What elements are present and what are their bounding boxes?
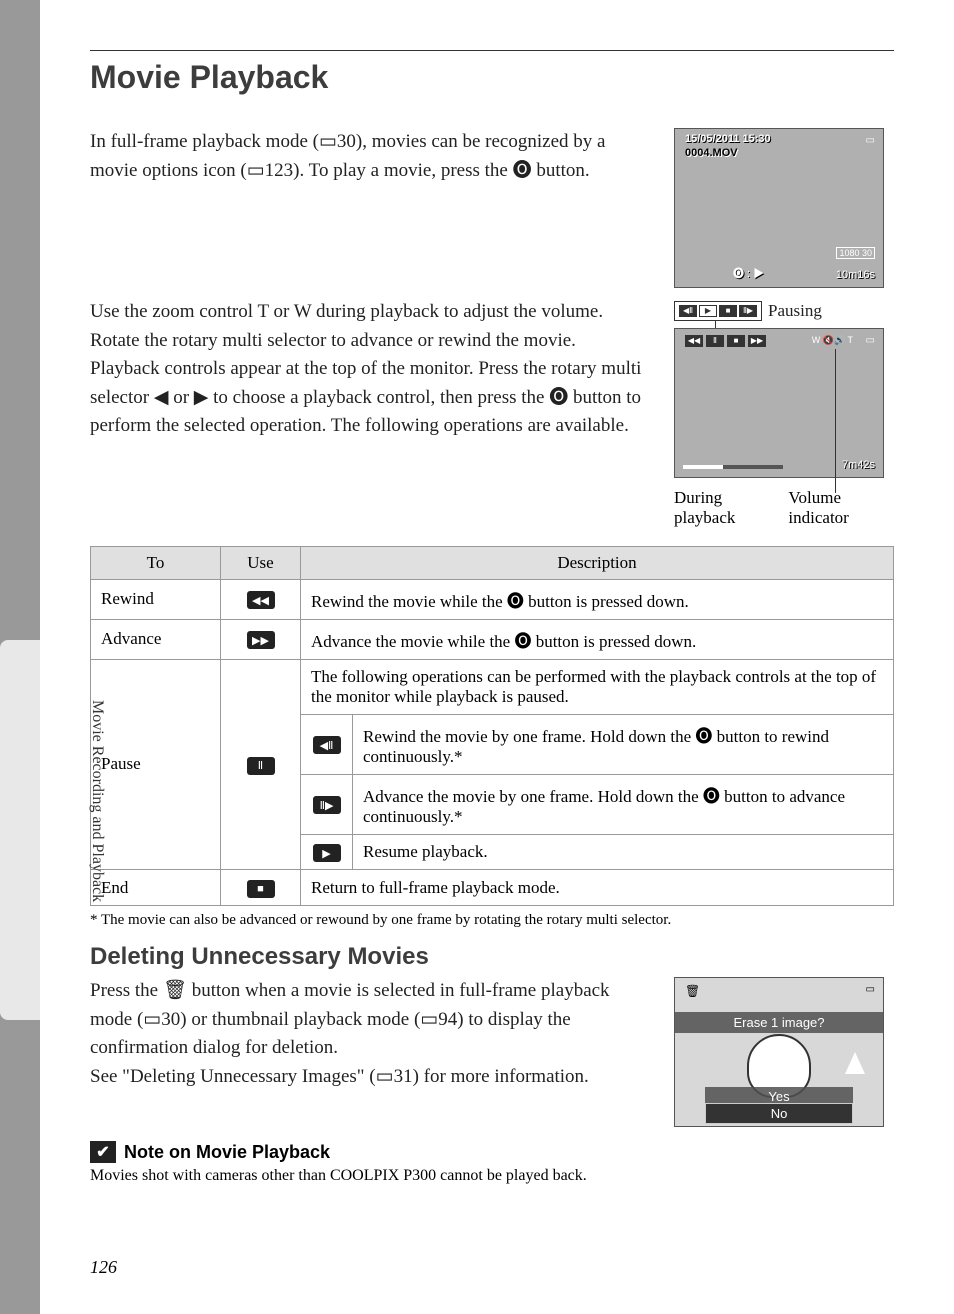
- screen-datetime: 15/05/2011 15:30: [685, 133, 771, 145]
- row-pause-label: Pause: [91, 659, 221, 870]
- frame-back-cell: ◀Ⅱ: [301, 714, 353, 774]
- delete-paragraph-1: Press the 🗑 button when a movie is selec…: [90, 977, 656, 1063]
- row-end-desc: Return to full-frame playback mode.: [301, 870, 894, 906]
- volume-paragraph: Use the zoom control T or W during playb…: [90, 298, 656, 327]
- advance-icon: ▶▶: [748, 335, 766, 347]
- row-rewind-icon: ◀◀: [221, 579, 301, 619]
- table-footnote: * The movie can also be advanced or rewo…: [90, 912, 894, 929]
- frame-back-desc: Rewind the movie by one frame. Hold down…: [353, 714, 894, 774]
- deleting-heading: Deleting Unnecessary Movies: [90, 943, 894, 971]
- advance-icon: ▶▶: [247, 631, 275, 649]
- col-description: Description: [301, 546, 894, 579]
- trash-icon: 🗑: [685, 984, 700, 998]
- play-icon: ▶: [313, 844, 341, 862]
- row-advance-label: Advance: [91, 619, 221, 659]
- battery-icon: ▭: [866, 335, 875, 346]
- quality-badge: 1080 30: [836, 247, 875, 259]
- resume-desc: Resume playback.: [353, 834, 894, 870]
- rewind-icon: ◀◀: [685, 335, 703, 347]
- note-text: Movies shot with cameras other than COOL…: [90, 1167, 894, 1185]
- resume-cell: ▶: [301, 834, 353, 870]
- elapsed-time: 7m42s: [842, 459, 875, 471]
- pause-icon: Ⅱ: [247, 757, 275, 775]
- row-end-icon: ■: [221, 870, 301, 906]
- volume-leader-line: [835, 349, 836, 493]
- frame-fwd-desc: Advance the movie by one frame. Hold dow…: [353, 774, 894, 834]
- frame-back-icon: ◀Ⅱ: [313, 736, 341, 754]
- frame-fwd-cell: Ⅱ▶: [301, 774, 353, 834]
- volume-indicator-label: Volume indicator: [788, 488, 894, 528]
- side-tab: [0, 640, 40, 1020]
- sailboat-illustration: [845, 1052, 865, 1074]
- volume-wt-indicator: W 🔇🔊 T: [812, 335, 853, 346]
- page: Movie Recording and Playback Movie Playb…: [40, 0, 954, 1314]
- frame-fwd-icon: Ⅱ▶: [313, 796, 341, 814]
- ok-play-hint: 🅞 : ▶: [733, 265, 764, 281]
- section-side-label: Movie Recording and Playback: [88, 700, 106, 902]
- frame-fwd-icon: Ⅱ▶: [739, 305, 757, 317]
- row-advance-desc: Advance the movie while the 🅞 button is …: [301, 619, 894, 659]
- delete-paragraph-2: See "Deleting Unnecessary Images" (▭31) …: [90, 1063, 656, 1092]
- battery-icon: ▭: [866, 135, 875, 146]
- note-badge-icon: ✔: [90, 1141, 116, 1163]
- col-use: Use: [221, 546, 301, 579]
- row-end-label: End: [91, 870, 221, 906]
- col-to: To: [91, 546, 221, 579]
- playback-screen-illustration: 15/05/2011 15:30 0004.MOV ▭ 1080 30 🅞 : …: [674, 128, 884, 288]
- row-rewind-label: Rewind: [91, 579, 221, 619]
- erase-no-option: No: [705, 1103, 853, 1124]
- erase-prompt: Erase 1 image?: [675, 1012, 883, 1033]
- operations-table: To Use Description Rewind ◀◀ Rewind the …: [90, 546, 894, 907]
- play-icon: ▶: [699, 305, 717, 317]
- during-playback-illustration: ◀◀ Ⅱ ■ ▶▶ W 🔇🔊 T ▭ 7m42s: [674, 328, 884, 478]
- rule-top: [90, 50, 894, 51]
- pause-icon: Ⅱ: [706, 335, 724, 347]
- page-title: Movie Playback: [90, 59, 894, 96]
- stop-icon: ■: [247, 880, 275, 898]
- rotate-paragraph: Rotate the rotary multi selector to adva…: [90, 327, 656, 356]
- pausing-callout: ◀Ⅱ ▶ ■ Ⅱ▶: [674, 301, 762, 321]
- row-advance-icon: ▶▶: [221, 619, 301, 659]
- erase-dialog-illustration: 🗑 ▭ Erase 1 image? Yes No: [674, 977, 884, 1127]
- stop-icon: ■: [727, 335, 745, 347]
- page-number: 126: [90, 1257, 117, 1278]
- battery-icon: ▭: [866, 984, 875, 995]
- controls-paragraph: Playback controls appear at the top of t…: [90, 355, 656, 441]
- stop-icon: ■: [719, 305, 737, 317]
- rewind-icon: ◀◀: [247, 591, 275, 609]
- pausing-label: Pausing: [768, 298, 822, 324]
- intro-paragraph: In full-frame playback mode (▭30), movie…: [90, 128, 656, 185]
- progress-bar: [683, 465, 783, 469]
- row-pause-intro: The following operations can be performe…: [301, 659, 894, 714]
- screen-filename: 0004.MOV: [685, 147, 738, 159]
- during-playback-label: During playback: [674, 488, 780, 528]
- note-title: Note on Movie Playback: [124, 1142, 330, 1163]
- playback-controls-bar: ◀◀ Ⅱ ■ ▶▶: [685, 335, 766, 347]
- row-pause-icon: Ⅱ: [221, 659, 301, 870]
- screen-duration: 10m16s: [836, 269, 875, 281]
- row-rewind-desc: Rewind the movie while the 🅞 button is p…: [301, 579, 894, 619]
- frame-back-icon: ◀Ⅱ: [679, 305, 697, 317]
